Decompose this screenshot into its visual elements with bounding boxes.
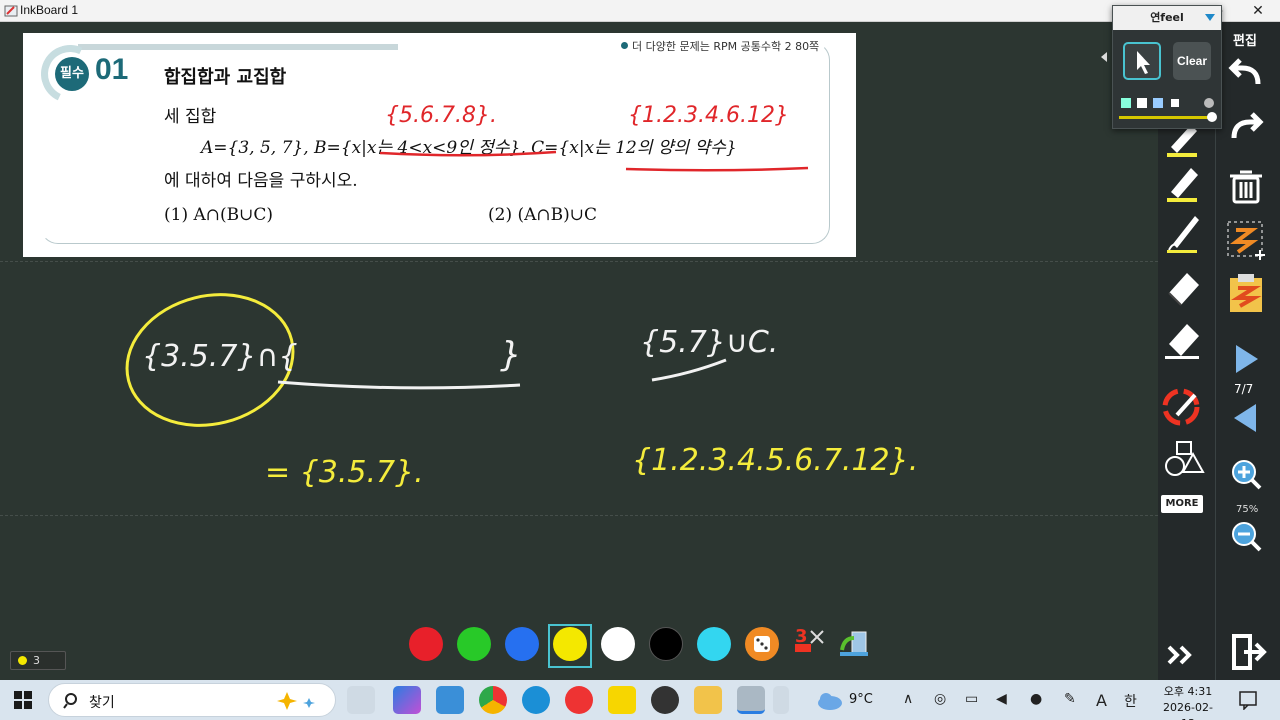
more-button[interactable]: MORE xyxy=(1161,495,1203,513)
search-box[interactable]: 찾기 xyxy=(48,683,336,717)
page-counter-value: 3 xyxy=(33,654,40,667)
notification-icon[interactable] xyxy=(1238,690,1258,710)
question-1: (1) A∩(B∪C) xyxy=(164,205,274,225)
svg-text:3: 3 xyxy=(795,626,808,647)
monitor-app-icon[interactable] xyxy=(436,686,464,714)
dropdown-arrow-icon xyxy=(1205,14,1215,21)
problem-card: 필수 01 합집합과 교집합 더 다양한 문제는 RPM 공통수학 2 80쪽 … xyxy=(23,33,856,257)
problem-title: 합집합과 교집합 xyxy=(164,67,287,88)
timer-off-icon[interactable]: 3 xyxy=(793,625,827,659)
question-2: (2) (A∩B)∪C xyxy=(488,205,598,225)
clear-button[interactable]: Clear xyxy=(1173,42,1211,80)
app-icon-red[interactable] xyxy=(565,686,593,714)
marker-icon[interactable] xyxy=(1161,160,1205,204)
inkboard-app-icon xyxy=(4,5,18,17)
color-black[interactable] xyxy=(649,627,683,661)
new-page-icon[interactable] xyxy=(1224,218,1268,262)
exit-icon[interactable] xyxy=(1226,630,1270,674)
window-title: InkBoard 1 xyxy=(20,3,79,17)
taskbar: 찾기 9°C ∧ ◎ ▭ ◀ ● ✎ A 한 오후 4:31 2026-02-1… xyxy=(0,680,1280,720)
guide-line xyxy=(0,515,1158,516)
problem-line-1: 세 집합 xyxy=(164,107,217,127)
close-button[interactable]: ✕ xyxy=(1238,0,1278,22)
undo-icon[interactable] xyxy=(1224,52,1268,96)
input-mode-icon[interactable]: A xyxy=(1096,691,1107,710)
slider-knob[interactable] xyxy=(1207,112,1217,122)
color-green[interactable] xyxy=(457,627,491,661)
weather-temperature: 9°C xyxy=(849,692,873,707)
previous-page-icon[interactable] xyxy=(1224,396,1268,440)
pen-panel-header[interactable]: 연feel xyxy=(1113,6,1221,30)
page-list-icon[interactable] xyxy=(1224,272,1268,316)
kakaotalk-icon[interactable] xyxy=(608,686,636,714)
tray-overflow-icon[interactable]: ∧ xyxy=(903,691,913,707)
task-view-icon[interactable] xyxy=(347,686,375,714)
select-tool-button[interactable] xyxy=(1123,42,1161,80)
card-top-bar xyxy=(78,44,398,50)
clock[interactable]: 오후 4:31 2026-02-13 xyxy=(1158,684,1218,720)
problem-number: 01 xyxy=(95,53,129,86)
tray-app-icon[interactable]: ◎ xyxy=(934,691,946,707)
color-red[interactable] xyxy=(409,627,443,661)
shapes-icon[interactable] xyxy=(1161,438,1205,482)
trash-icon[interactable] xyxy=(1224,164,1268,208)
panel-mini-tools[interactable] xyxy=(1119,96,1217,110)
current-color-dot xyxy=(18,656,27,665)
redo-icon[interactable] xyxy=(1224,106,1268,150)
ime-pad-icon[interactable] xyxy=(773,686,789,714)
panel-collapse-arrow[interactable] xyxy=(1101,52,1107,62)
title-bar: InkBoard 1 — ✕ xyxy=(0,0,1280,22)
brush-pen-icon[interactable] xyxy=(1161,210,1205,254)
search-placeholder: 찾기 xyxy=(89,695,115,711)
pen-size-slider[interactable] xyxy=(1119,116,1215,119)
next-page-icon[interactable] xyxy=(1224,337,1268,381)
collapse-toolbar-icon[interactable] xyxy=(1161,633,1205,677)
clock-time: 오후 4:31 xyxy=(1163,685,1213,698)
copilot-icon[interactable] xyxy=(393,686,421,714)
file-explorer-icon[interactable] xyxy=(694,686,722,714)
microphone-icon[interactable]: ● xyxy=(1030,691,1042,707)
required-badge: 필수 xyxy=(55,57,89,91)
color-yellow[interactable] xyxy=(553,627,587,661)
clock-date: 2026-02-13 xyxy=(1163,701,1213,720)
pen-icon[interactable]: ✎ xyxy=(1064,691,1076,707)
inkboard-taskbar-icon[interactable] xyxy=(737,686,765,714)
color-blue[interactable] xyxy=(505,627,539,661)
area-eraser-icon[interactable] xyxy=(1161,318,1205,362)
zoom-out-icon[interactable] xyxy=(1224,514,1268,558)
page-indicator: 7/7 xyxy=(1234,382,1254,396)
zoom-in-icon[interactable] xyxy=(1224,452,1268,496)
media-player-icon[interactable] xyxy=(651,686,679,714)
color-cyan[interactable] xyxy=(697,627,731,661)
sparkle-icon xyxy=(277,692,315,710)
eraser-icon[interactable] xyxy=(1161,265,1205,309)
korean-ime-icon[interactable]: 한 xyxy=(1124,691,1137,711)
weather-icon[interactable] xyxy=(816,688,844,712)
color-white[interactable] xyxy=(601,627,635,661)
search-icon xyxy=(63,693,77,709)
reference-text: 더 다양한 문제는 RPM 공통수학 2 80쪽 xyxy=(632,40,820,53)
page-counter[interactable]: 3 xyxy=(10,651,66,670)
dice-icon[interactable] xyxy=(745,627,779,661)
problem-line-3: 에 대하여 다음을 구하시오. xyxy=(164,171,358,191)
pen-panel: 연feel Clear xyxy=(1112,5,1222,129)
cursor-icon xyxy=(1137,51,1150,74)
bullet-icon xyxy=(621,42,628,49)
pen-panel-title: 연feel xyxy=(1150,11,1184,24)
guide-line xyxy=(0,261,1158,262)
edge-icon[interactable] xyxy=(522,686,550,714)
windows-start-icon[interactable] xyxy=(14,691,32,709)
problem-line-2: A={3, 5, 7}, B={x|x는 4<x<9인 정수}, C={x|x는… xyxy=(201,138,737,158)
board-switch-icon[interactable] xyxy=(838,628,872,662)
chrome-icon[interactable] xyxy=(479,686,507,714)
reference-note: 더 다양한 문제는 RPM 공통수학 2 80쪽 xyxy=(621,38,819,54)
color-picker-icon[interactable] xyxy=(1161,385,1205,429)
edit-label[interactable]: 편집 xyxy=(1233,30,1257,49)
battery-icon[interactable]: ▭ xyxy=(965,691,978,707)
volume-icon[interactable]: ◀ xyxy=(996,691,1007,707)
